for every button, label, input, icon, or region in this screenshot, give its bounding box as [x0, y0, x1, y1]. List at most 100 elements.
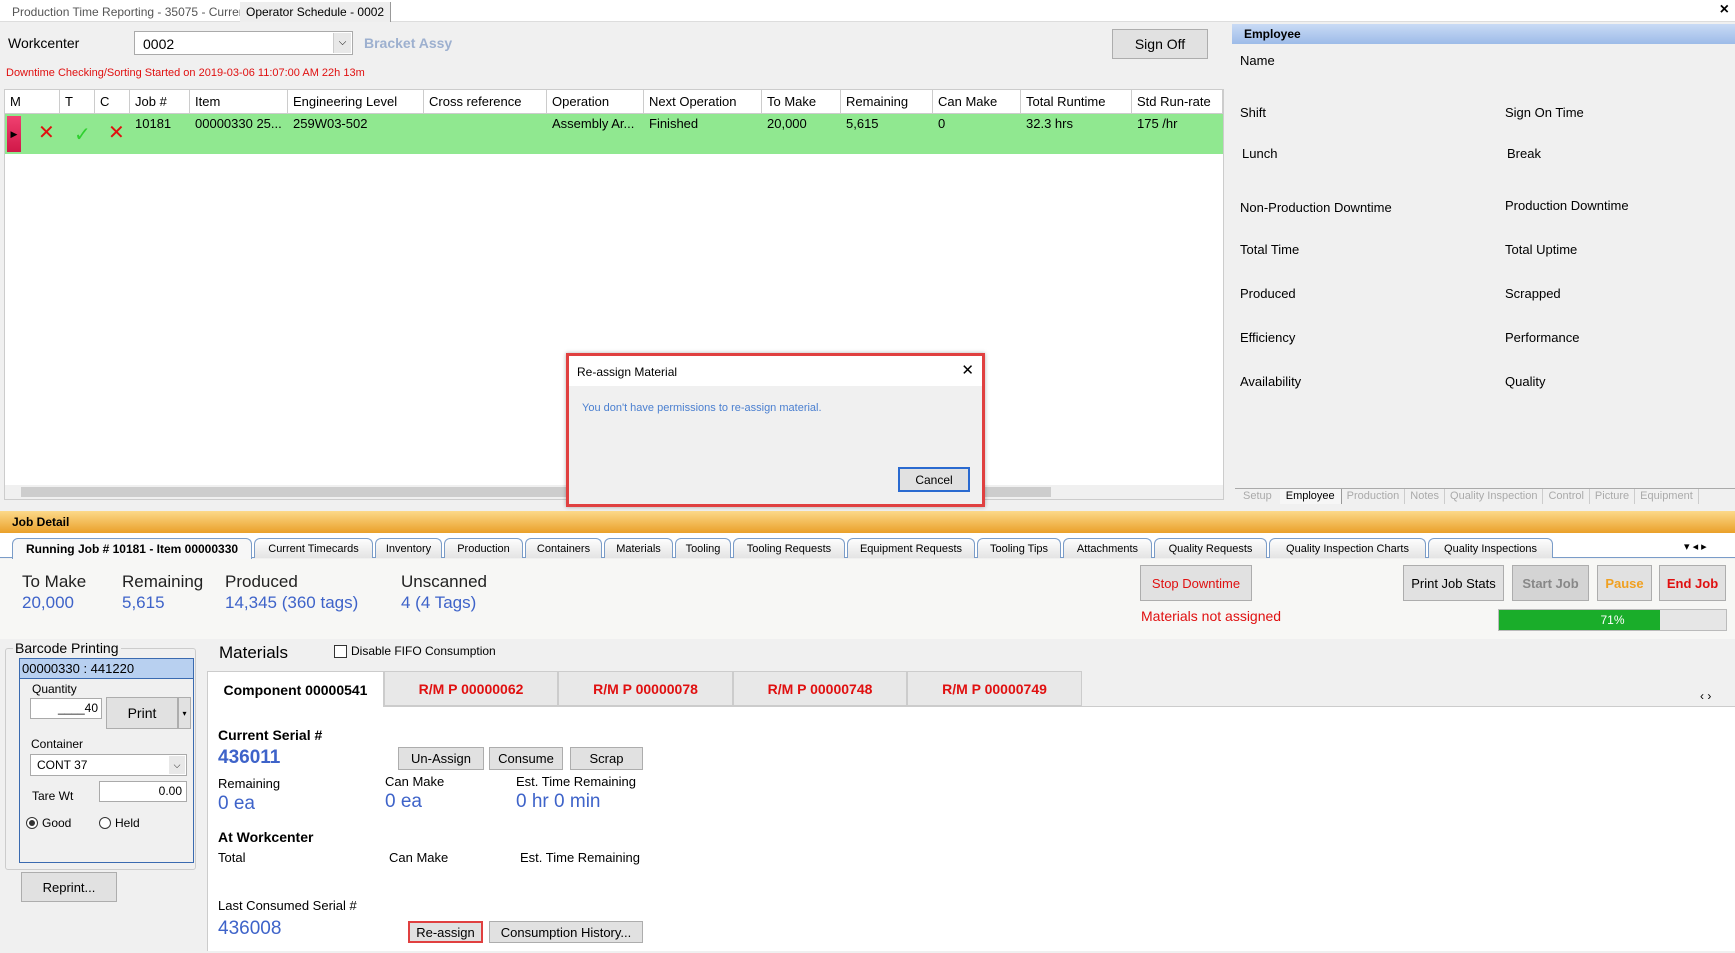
column-header[interactable]: Item: [190, 90, 288, 114]
sign-off-button[interactable]: Sign Off: [1112, 29, 1208, 59]
tab-quality-inspection[interactable]: Quality Inspection: [1445, 489, 1544, 504]
cell-total-runtime: 32.3 hrs: [1026, 116, 1073, 131]
tab-materials[interactable]: Materials: [604, 538, 673, 558]
materials-title: Materials: [219, 643, 288, 662]
print-dropdown-arrow-icon[interactable]: ▾: [178, 697, 191, 729]
held-label: Held: [115, 816, 140, 830]
un-assign-button[interactable]: Un-Assign: [398, 747, 484, 770]
column-header[interactable]: Can Make: [933, 90, 1021, 114]
tab-tooling-tips[interactable]: Tooling Tips: [977, 538, 1061, 558]
tab-rm-00000078[interactable]: R/M P 00000078: [558, 671, 733, 706]
pause-button[interactable]: Pause: [1597, 565, 1652, 601]
tab-inventory[interactable]: Inventory: [375, 538, 442, 558]
start-job-button[interactable]: Start Job: [1512, 565, 1589, 601]
quality-label: Quality: [1505, 374, 1546, 389]
consumption-history-button[interactable]: Consumption History...: [489, 921, 643, 943]
sign-on-label: Sign On Time: [1505, 105, 1584, 120]
cell-engineering-level: 259W03-502: [293, 116, 368, 131]
close-icon[interactable]: ×: [1720, 1, 1729, 19]
tab-rm-00000062[interactable]: R/M P 00000062: [384, 671, 558, 706]
tab-current-timecards[interactable]: Current Timecards: [254, 538, 373, 558]
tab-production[interactable]: Production: [444, 538, 523, 558]
re-assign-button[interactable]: Re-assign: [408, 921, 483, 943]
doc-tab-production-time[interactable]: Production Time Reporting - 35075 - Curr…: [6, 2, 255, 22]
print-job-stats-button[interactable]: Print Job Stats: [1403, 565, 1504, 601]
x-icon: ✕: [108, 122, 125, 144]
reprint-button[interactable]: Reprint...: [21, 872, 117, 902]
last-consumed-serial-label: Last Consumed Serial #: [218, 898, 357, 913]
materials-status: Materials not assigned: [1141, 608, 1282, 624]
tab-picture[interactable]: Picture: [1590, 489, 1636, 504]
tab-setup[interactable]: Setup: [1235, 489, 1280, 504]
produced-value: 14,345 (360 tags): [225, 593, 359, 612]
tare-weight-input[interactable]: 0.00: [99, 781, 187, 802]
tab-quality-inspections[interactable]: Quality Inspections: [1428, 538, 1553, 558]
column-header[interactable]: Cross reference: [424, 90, 547, 114]
tab-containers[interactable]: Containers: [525, 538, 602, 558]
column-header[interactable]: Total Runtime: [1021, 90, 1132, 114]
consume-button[interactable]: Consume: [489, 747, 563, 770]
container-select[interactable]: CONT 37 ⌵: [30, 754, 187, 776]
end-job-button[interactable]: End Job: [1659, 565, 1726, 601]
produced-label: Produced: [1240, 286, 1296, 301]
efficiency-label: Efficiency: [1240, 330, 1296, 345]
row-selector-arrow-icon[interactable]: ▶: [7, 116, 21, 152]
container-value: CONT 37: [37, 758, 88, 772]
tab-notes[interactable]: Notes: [1405, 489, 1446, 504]
cell-std-run-rate: 175 /hr: [1137, 116, 1178, 131]
cell-job: 10181: [135, 116, 172, 131]
tab-rm-00000749[interactable]: R/M P 00000749: [907, 671, 1082, 706]
tab-quality-requests[interactable]: Quality Requests: [1154, 538, 1267, 558]
tab-scroll-arrows-icon[interactable]: ▾ ◂ ▸: [1684, 540, 1707, 553]
tab-production[interactable]: Production: [1342, 489, 1406, 504]
column-header[interactable]: Next Operation: [644, 90, 762, 114]
name-label: Name: [1240, 53, 1275, 68]
column-header[interactable]: To Make: [762, 90, 841, 114]
disable-fifo-label: Disable FIFO Consumption: [351, 644, 496, 658]
stop-downtime-button[interactable]: Stop Downtime: [1140, 565, 1252, 601]
lunch-label: Lunch: [1242, 146, 1278, 161]
column-header[interactable]: C: [95, 90, 130, 114]
material-tab-content: [207, 706, 1735, 951]
est-time-label: Est. Time Remaining: [516, 774, 636, 789]
column-header[interactable]: Job #: [130, 90, 190, 114]
held-radio[interactable]: [99, 817, 111, 829]
to-make-value: 20,000: [22, 593, 74, 612]
tab-tooling[interactable]: Tooling: [675, 538, 731, 558]
tab-equipment[interactable]: Equipment: [1635, 489, 1699, 504]
good-radio[interactable]: [26, 817, 38, 829]
scrap-button[interactable]: Scrap: [570, 747, 643, 770]
cell-cross-reference: [424, 114, 434, 154]
column-header[interactable]: Operation: [547, 90, 644, 114]
workcenter-select[interactable]: 0002 ⌵: [134, 31, 353, 55]
wc-can-make-label: Can Make: [389, 850, 449, 865]
column-header[interactable]: Std Run-rate: [1132, 90, 1223, 114]
quantity-input[interactable]: ____40: [30, 698, 102, 719]
material-tab-scroll-arrows-icon[interactable]: ‹ ›: [1700, 689, 1711, 703]
tab-employee[interactable]: Employee: [1279, 489, 1342, 504]
column-header[interactable]: Remaining: [841, 90, 933, 114]
doc-tab-operator-schedule[interactable]: Operator Schedule - 0002: [240, 2, 392, 22]
quantity-label: Quantity: [32, 682, 77, 696]
tab-rm-00000748[interactable]: R/M P 00000748: [733, 671, 907, 706]
print-button[interactable]: Print: [106, 697, 178, 729]
dialog-close-icon[interactable]: ✕: [961, 361, 974, 379]
unscanned-value: 4 (4 Tags): [401, 593, 477, 612]
tab-running-job[interactable]: Running Job # 10181 - Item 00000330: [12, 538, 252, 559]
column-header[interactable]: Engineering Level: [288, 90, 424, 114]
produced-label: Produced: [225, 572, 298, 591]
tab-component[interactable]: Component 00000541: [207, 671, 384, 707]
tare-weight-label: Tare Wt: [32, 789, 74, 803]
unscanned-label: Unscanned: [401, 572, 488, 591]
tab-equipment-requests[interactable]: Equipment Requests: [847, 538, 975, 558]
cancel-button[interactable]: Cancel: [898, 467, 970, 492]
tab-quality-inspection-charts[interactable]: Quality Inspection Charts: [1269, 538, 1426, 558]
tab-tooling-requests[interactable]: Tooling Requests: [733, 538, 845, 558]
column-header[interactable]: M: [5, 90, 60, 114]
column-header[interactable]: T: [60, 90, 95, 114]
cell-operation: Assembly Ar...: [552, 116, 635, 131]
disable-fifo-checkbox[interactable]: [334, 645, 347, 658]
tab-attachments[interactable]: Attachments: [1063, 538, 1152, 558]
tab-control[interactable]: Control: [1543, 489, 1590, 504]
non-production-downtime-label: Non-Production Downtime: [1240, 200, 1392, 215]
